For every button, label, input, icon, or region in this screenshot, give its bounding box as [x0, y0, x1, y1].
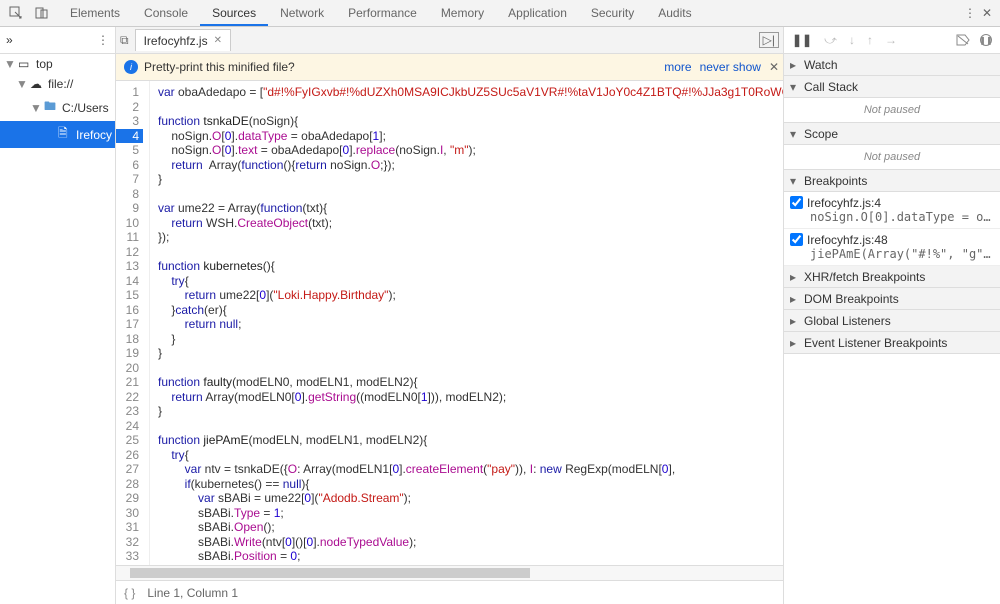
tree-cusers[interactable]: ▼🖿C:/Users [0, 94, 115, 121]
pause-icon[interactable]: ❚❚ [792, 33, 812, 47]
more-link[interactable]: more [664, 60, 691, 74]
panel-tabs: ElementsConsoleSourcesNetworkPerformance… [58, 0, 956, 26]
tab-console[interactable]: Console [132, 0, 200, 26]
close-icon[interactable]: ✕ [982, 6, 992, 20]
code-area[interactable]: var obaAdedapo = ["d#!%FyIGxvb#!%dUZXh0M… [150, 81, 783, 565]
dom-panel[interactable]: ▸DOM Breakpoints [784, 288, 1000, 310]
tab-network[interactable]: Network [268, 0, 336, 26]
step-out-icon[interactable]: ↑ [867, 33, 873, 47]
tab-security[interactable]: Security [579, 0, 646, 26]
pause-exceptions-icon[interactable]: ❚❚ [980, 34, 992, 46]
tab-audits[interactable]: Audits [646, 0, 703, 26]
global-panel[interactable]: ▸Global Listeners [784, 310, 1000, 332]
step-icon[interactable]: → [885, 33, 897, 47]
cursor-position: Line 1, Column 1 [147, 586, 238, 600]
watch-panel[interactable]: ▸Watch [784, 54, 1000, 76]
step-into-icon[interactable]: ↓ [849, 33, 855, 47]
pretty-print-text: Pretty-print this minified file? [144, 60, 295, 74]
xhr-panel[interactable]: ▸XHR/fetch Breakpoints [784, 266, 1000, 288]
tab-performance[interactable]: Performance [336, 0, 429, 26]
info-icon: i [124, 60, 138, 74]
window-icon: ▭ [18, 57, 32, 71]
debugger-panel: ❚❚ ⤻ ↓ ↑ → ❚❚ ▸Watch ▾Call Stack Not pau… [784, 27, 1000, 604]
cloud-icon: ☁ [30, 77, 44, 91]
file-tab[interactable]: Irefocyhfz.js ✕ [135, 29, 231, 51]
scope-notpaused: Not paused [784, 145, 1000, 170]
main-toolbar: ElementsConsoleSourcesNetworkPerformance… [0, 0, 1000, 27]
tree-selected-file[interactable]: 🗎Irefocy [0, 121, 115, 148]
file-icon: 🗎 [58, 124, 72, 145]
callstack-notpaused: Not paused [784, 98, 1000, 123]
status-bar: { } Line 1, Column 1 [116, 580, 783, 604]
info-close-icon[interactable]: ✕ [769, 60, 779, 74]
scope-panel[interactable]: ▾Scope [784, 123, 1000, 145]
tree-top[interactable]: ▼▭top [0, 54, 115, 74]
file-tabs-nav-icon[interactable]: ⧉ [120, 33, 129, 48]
folder-icon: 🖿 [44, 97, 58, 118]
tab-elements[interactable]: Elements [58, 0, 132, 26]
horizontal-scrollbar[interactable] [116, 565, 783, 580]
pretty-print-bar: i Pretty-print this minified file? more … [116, 54, 783, 81]
inspect-icon[interactable] [8, 5, 24, 21]
pretty-print-icon[interactable]: { } [124, 586, 135, 600]
code-editor[interactable]: 1234567891011121314151617181920212223242… [116, 81, 783, 565]
line-gutter[interactable]: 1234567891011121314151617181920212223242… [116, 81, 150, 565]
never-show-link[interactable]: never show [700, 60, 761, 74]
callstack-panel[interactable]: ▾Call Stack [784, 76, 1000, 98]
tree-file[interactable]: ▼☁file:// [0, 74, 115, 94]
breakpoint-item[interactable]: Irefocyhfz.js:48jiePAmE(Array("#!%", "g"… [784, 229, 1000, 266]
kebab-icon[interactable]: ⋮ [964, 6, 976, 20]
deactivate-bp-icon[interactable] [956, 34, 970, 46]
tab-sources[interactable]: Sources [200, 0, 268, 26]
nav-more-icon[interactable]: » [6, 33, 13, 47]
nav-kebab-icon[interactable]: ⋮ [97, 33, 109, 47]
breakpoint-item[interactable]: Irefocyhfz.js:4noSign.O[0].dataType = ob… [784, 192, 1000, 229]
device-icon[interactable] [34, 5, 50, 21]
file-tab-close-icon[interactable]: ✕ [214, 35, 222, 46]
tab-application[interactable]: Application [496, 0, 579, 26]
breakpoints-panel[interactable]: ▾Breakpoints [784, 170, 1000, 192]
tab-memory[interactable]: Memory [429, 0, 496, 26]
navigator-panel: » ⋮ ▼▭top ▼☁file:// ▼🖿C:/Users 🗎Irefocy [0, 27, 116, 604]
file-tab-name: Irefocyhfz.js [144, 34, 208, 48]
bp-checkbox[interactable] [790, 233, 803, 246]
event-panel[interactable]: ▸Event Listener Breakpoints [784, 332, 1000, 354]
step-over-icon[interactable]: ⤻ [824, 33, 837, 48]
run-snippet-icon[interactable]: ▷| [759, 32, 779, 48]
code-panel: ⧉ Irefocyhfz.js ✕ ▷| i Pretty-print this… [116, 27, 784, 604]
bp-checkbox[interactable] [790, 196, 803, 209]
